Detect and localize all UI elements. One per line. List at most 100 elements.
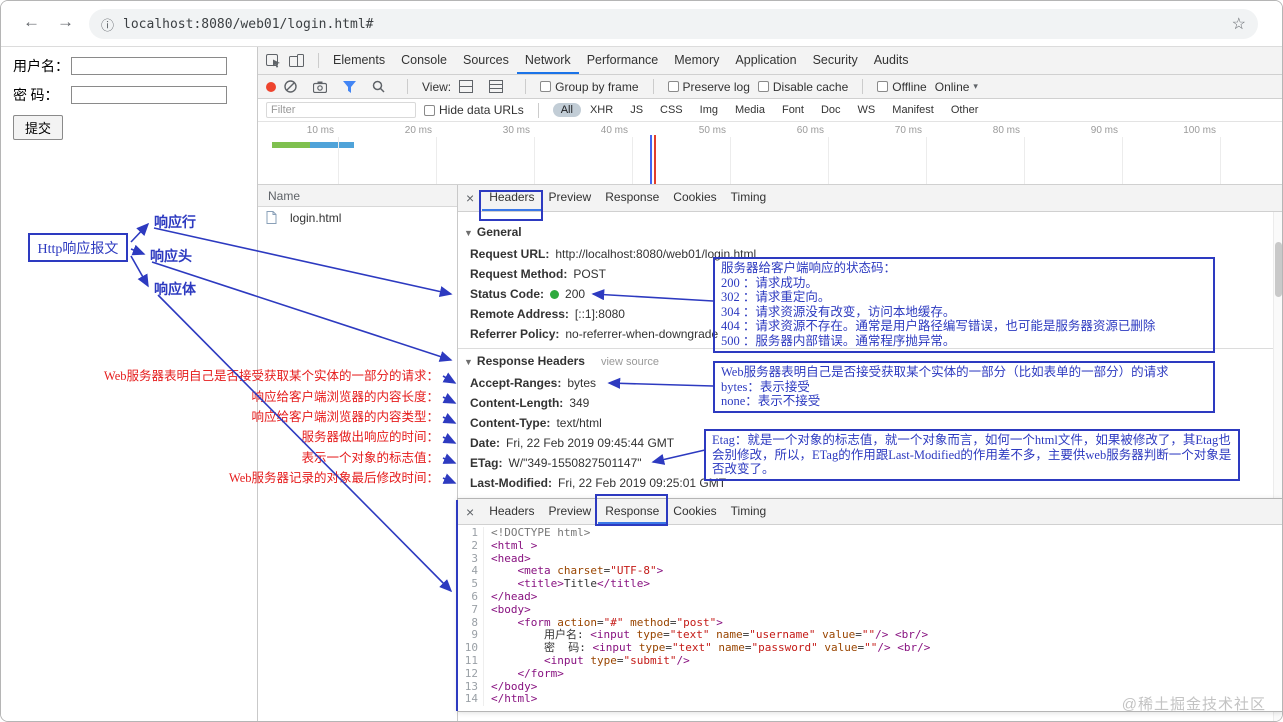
view-source-link[interactable]: view source (601, 356, 659, 368)
forward-icon[interactable]: → (57, 12, 74, 32)
timeline-tick-label: 100 ms (1183, 125, 1216, 136)
annotation-red-note: 表示一个对象的标志值： (301, 451, 439, 465)
devtools-tab-network[interactable]: Network (516, 47, 579, 74)
device-toolbar-icon[interactable] (289, 54, 304, 67)
filter-type-ws[interactable]: WS (850, 103, 884, 117)
annotation-part-label: 响应体 (154, 283, 196, 298)
inspect-element-icon[interactable] (266, 53, 281, 68)
filter-type-img[interactable]: Img (692, 103, 726, 117)
resource-type-filters: All XHR JS CSS Img Media Font Doc WS Manifest Othe… (552, 99, 988, 121)
devtools-tab-elements[interactable]: Elements (325, 47, 393, 74)
filter-type-media[interactable]: Media (727, 103, 773, 117)
header-key: Accept-Ranges: (470, 376, 562, 390)
devtools-tab-sources[interactable]: Sources (455, 47, 517, 74)
page-info-icon[interactable]: ⓘ (101, 15, 114, 34)
offline-checkbox[interactable]: Offline (877, 80, 927, 94)
request-name[interactable]: login.html (290, 211, 341, 225)
timeline-gridline (338, 137, 339, 184)
checkbox-icon[interactable] (757, 81, 769, 92)
close-icon[interactable]: × (458, 190, 482, 206)
group-by-frame-checkbox[interactable]: Group by frame (540, 80, 639, 94)
disable-cache-checkbox[interactable]: Disable cache (757, 80, 848, 94)
filter-type-xhr[interactable]: XHR (582, 103, 621, 117)
code-text: <input type="submit"/> (543, 653, 690, 667)
password-input[interactable] (71, 86, 227, 104)
code-line: 2 <html > (458, 539, 1282, 553)
devtools-tab-application[interactable]: Application (727, 47, 804, 74)
header-key: Request Method: (470, 267, 568, 281)
bookmark-star-icon[interactable]: ☆ (1232, 14, 1246, 34)
response-panel-tab-preview[interactable]: Preview (542, 499, 599, 524)
domcontentloaded-event-line (650, 135, 652, 184)
devtools-tab-performance[interactable]: Performance (579, 47, 667, 74)
network-detail-tabbar: × Headers Preview Response Cookies Timing (458, 185, 1282, 212)
scrollbar-thumb[interactable] (1275, 242, 1282, 297)
clear-icon[interactable] (284, 80, 297, 93)
filter-type-manifest[interactable]: Manifest (884, 103, 942, 117)
hide-data-urls-checkbox[interactable]: Hide data URLs (424, 103, 524, 117)
header-value: POST (573, 267, 607, 281)
checkbox-icon[interactable] (424, 104, 435, 116)
network-detail-tab-headers[interactable]: Headers (482, 185, 542, 211)
record-network-log-button[interactable] (266, 81, 276, 92)
annotation-red-note: 响应给客户端浏览器的内容长度： (251, 390, 439, 404)
devtools-tab-console[interactable]: Console (393, 47, 455, 74)
address-bar[interactable]: ⓘ localhost:8080/web01/login.html# ☆ (89, 9, 1258, 39)
code-line: 12 </form> (458, 667, 1282, 681)
response-panel-tab-headers[interactable]: Headers (482, 499, 541, 524)
filter-input[interactable] (266, 102, 416, 118)
code-line: 11 <input type="submit"/> (458, 653, 1282, 668)
url-text[interactable]: localhost:8080/web01/login.html# (123, 17, 373, 32)
timeline-tick-label: 60 ms (796, 125, 824, 136)
submit-button[interactable]: 提交 (13, 115, 64, 140)
throttling-dropdown[interactable]: Online ▾ (935, 80, 978, 94)
checkbox-icon[interactable] (540, 81, 552, 92)
annotation-red-note: 服务器做出响应的时间： (301, 430, 439, 444)
header-key: Request URL: (470, 247, 550, 261)
response-panel-tab-timing[interactable]: Timing (724, 499, 774, 524)
general-section-header[interactable]: ▼ General (464, 220, 1273, 244)
timeline-tick-label: 10 ms (306, 125, 334, 136)
request-row[interactable]: login.html (258, 207, 457, 228)
network-detail-tab-response[interactable]: Response (598, 185, 666, 211)
filter-funnel-icon[interactable] (343, 80, 356, 93)
preserve-log-checkbox[interactable]: Preserve log (667, 80, 750, 94)
header-value: 200 (565, 287, 586, 301)
name-column-header[interactable]: Name (268, 189, 300, 203)
checkbox-icon[interactable] (667, 81, 679, 92)
filter-type-all[interactable]: All (552, 103, 581, 117)
detail-tab-strip: Headers Preview Response Cookies Timing (482, 185, 773, 211)
screenshot-camera-icon[interactable] (313, 81, 327, 93)
response-panel-tab-response[interactable]: Response (598, 499, 667, 524)
header-value: [::1]:8080 (574, 307, 625, 321)
devtools-tab-audits[interactable]: Audits (866, 47, 917, 74)
search-icon[interactable] (372, 80, 385, 93)
view-large-rows-icon[interactable] (459, 80, 474, 93)
waterfall-bar[interactable] (272, 142, 310, 148)
filter-type-css[interactable]: CSS (652, 103, 691, 117)
header-key: Last-Modified: (470, 476, 552, 490)
devtools-tab-security[interactable]: Security (805, 47, 866, 74)
request-list-header[interactable]: Name (258, 185, 457, 207)
filter-type-doc[interactable]: Doc (813, 103, 849, 117)
waterfall-bar[interactable] (310, 142, 354, 148)
network-overview-timeline[interactable]: 10 ms 20 ms 30 ms 40 ms 50 ms 60 ms 70 ms 80 ms… (258, 122, 1282, 185)
view-small-rows-icon[interactable] (489, 80, 504, 93)
divider (525, 79, 527, 94)
header-key: Content-Type: (470, 416, 551, 430)
network-detail-tab-preview[interactable]: Preview (542, 185, 599, 211)
header-value: bytes (567, 376, 597, 390)
username-input[interactable] (71, 57, 227, 75)
filter-type-js[interactable]: JS (622, 103, 651, 117)
devtools-tab-memory[interactable]: Memory (666, 47, 727, 74)
back-icon[interactable]: ← (23, 12, 40, 32)
line-number: 11 (458, 654, 484, 668)
checkbox-icon[interactable] (877, 81, 889, 92)
close-icon[interactable]: × (458, 504, 482, 520)
filter-type-font[interactable]: Font (774, 103, 812, 117)
response-panel-tab-cookies[interactable]: Cookies (666, 499, 723, 524)
filter-type-other[interactable]: Other (943, 103, 987, 117)
network-detail-tab-timing[interactable]: Timing (724, 185, 774, 211)
network-toolbar: View: Group by frame Preserve log Disabl… (258, 75, 1282, 99)
network-detail-tab-cookies[interactable]: Cookies (666, 185, 723, 211)
